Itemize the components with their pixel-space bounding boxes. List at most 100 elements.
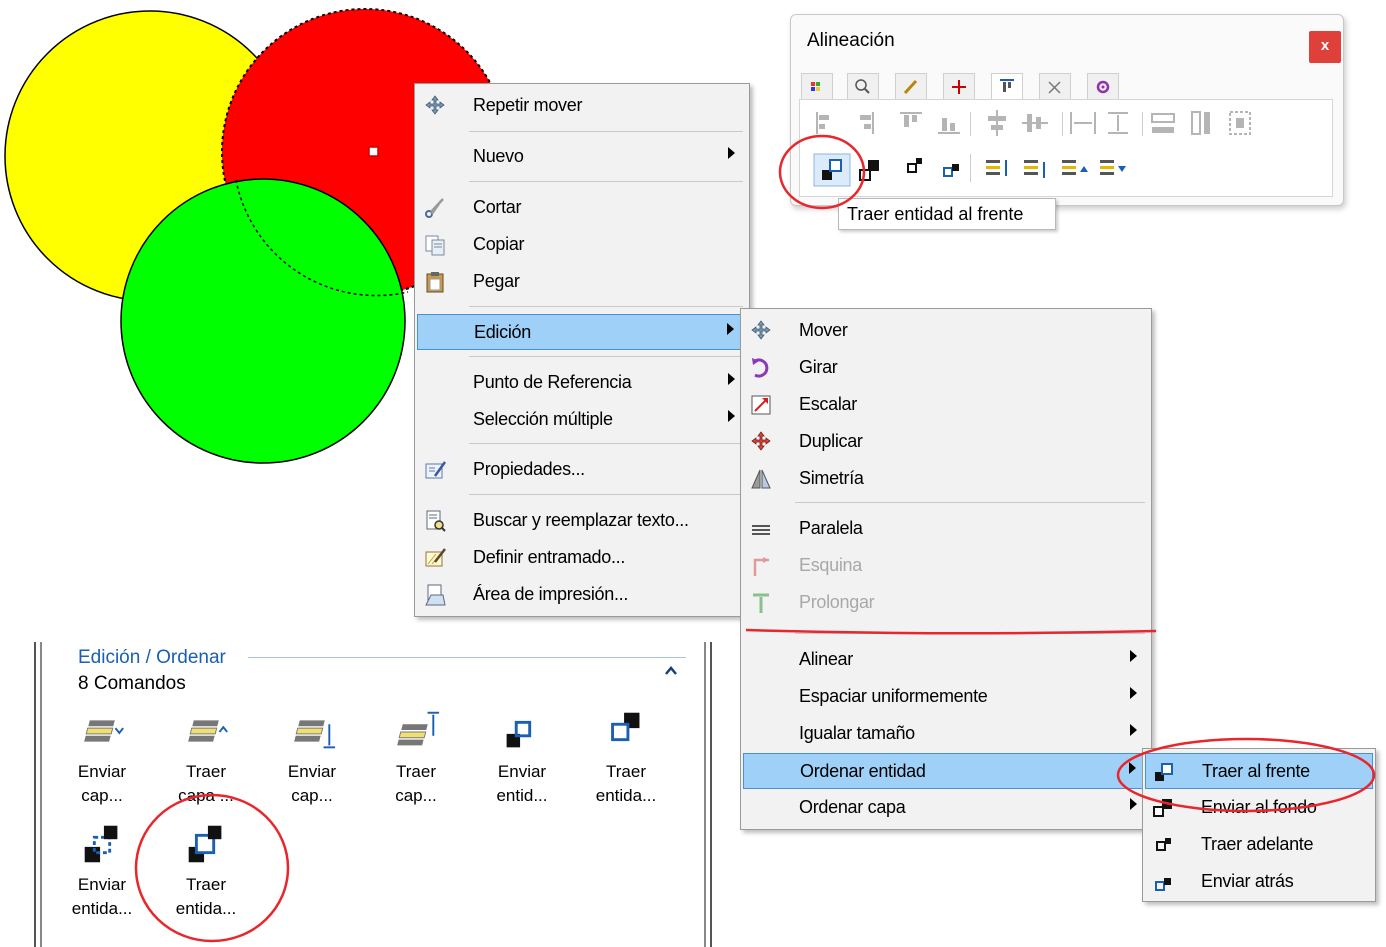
ribbon-command-label: capa ...	[178, 786, 234, 805]
ribbon-command-8[interactable]: Traer entida...	[156, 820, 256, 921]
menu-item-propiedades[interactable]: Propiedades...	[417, 452, 747, 486]
menu-item-label: Enviar al fondo	[1201, 797, 1317, 817]
menu-item-label: Selección múltiple	[473, 409, 613, 429]
ribbon-command-2[interactable]: Traer capa ...	[156, 707, 256, 808]
menu-item-definir-entramado[interactable]: Definir entramado...	[417, 540, 747, 574]
ribbon-command-5[interactable]: Enviar entid...	[472, 707, 572, 808]
submenu-arrow-icon	[728, 147, 735, 159]
menu-item-repetir-mover[interactable]: Repetir mover	[417, 88, 747, 122]
menu-item-escalar[interactable]: Escalar	[743, 387, 1149, 421]
menu-item-mover[interactable]: Mover	[743, 313, 1149, 347]
same-size-icon[interactable]	[1229, 111, 1251, 135]
ribbon-command-7[interactable]: Enviar entida...	[52, 820, 152, 921]
distribute-horizontal-icon[interactable]	[1070, 112, 1096, 134]
distribute-vertical-icon[interactable]	[1108, 112, 1128, 134]
panel-title: Alineación	[807, 30, 895, 51]
ribbon-command-label: Enviar	[77, 875, 127, 894]
ribbon-command-3[interactable]: Enviar cap...	[262, 707, 362, 808]
ribbon-command-label: entida...	[595, 786, 657, 805]
submenu-arrow-icon	[1130, 650, 1137, 662]
same-height-icon[interactable]	[1191, 111, 1210, 135]
send-entity-backward-icon	[84, 825, 118, 863]
selection-grip[interactable]	[368, 146, 379, 157]
menu-item-label: Esquina	[799, 555, 862, 575]
menu-item-esquina[interactable]: Esquina	[743, 548, 1149, 582]
menu-separator	[469, 494, 743, 495]
gear-icon	[1096, 80, 1110, 94]
menu-item-alinear[interactable]: Alinear	[743, 642, 1149, 676]
submenu-arrow-icon	[1130, 724, 1137, 736]
layer-forward-icon[interactable]	[1062, 160, 1088, 175]
ribbon-command-label: cap...	[81, 786, 123, 805]
layer-to-top-icon[interactable]	[986, 160, 1007, 176]
submenu-arrow-icon	[1129, 762, 1136, 774]
menu-separator	[469, 181, 743, 182]
align-right-icon[interactable]	[860, 112, 874, 134]
menu-item-duplicar[interactable]: Duplicar	[743, 424, 1149, 458]
tab-align[interactable]	[991, 73, 1023, 102]
menu-item-enviar-atras[interactable]: Enviar atrás	[1145, 864, 1373, 898]
menu-item-buscar-y-reemplazar-texto[interactable]: Buscar y reemplazar texto...	[417, 503, 747, 537]
menu-item-ordenar-capa[interactable]: Ordenar capa	[743, 790, 1149, 824]
menu-item-igualar-tamano[interactable]: Igualar tamaño	[743, 716, 1149, 750]
center-vertical-icon[interactable]	[1022, 114, 1048, 132]
align-bottom-icon[interactable]	[938, 118, 960, 134]
layer-backward-icon[interactable]	[1100, 160, 1126, 175]
send-to-back-icon[interactable]	[859, 160, 879, 181]
menu-item-label: Cortar	[473, 197, 522, 217]
menu-item-edicion[interactable]: Edición	[417, 314, 747, 350]
submenu-arrow-icon	[1130, 798, 1137, 810]
menu-item-label: Girar	[799, 357, 838, 377]
tab-draw[interactable]	[895, 73, 927, 100]
menu-item-area-de-impresion[interactable]: Área de impresión...	[417, 577, 747, 611]
same-width-icon[interactable]	[1151, 113, 1175, 133]
menu-item-label: Paralela	[799, 518, 863, 538]
menu-item-prolongar[interactable]: Prolongar	[743, 585, 1149, 619]
center-horizontal-icon[interactable]	[988, 110, 1006, 136]
duplicate-icon	[751, 431, 771, 451]
menu-item-label: Mover	[799, 320, 848, 340]
alignment-tools	[799, 99, 1333, 197]
context-menu: Repetir mover Nuevo Cortar Copiar Pegar Edici…	[414, 83, 750, 617]
ribbon-command-label: Enviar	[77, 762, 127, 781]
menu-item-label: Alinear	[799, 649, 853, 669]
layer-to-bottom-icon[interactable]	[1024, 160, 1045, 178]
menu-item-simetria[interactable]: Simetría	[743, 461, 1149, 495]
tab-zoom[interactable]	[847, 73, 879, 100]
menu-item-cortar[interactable]: Cortar	[417, 190, 747, 224]
bring-forward-icon[interactable]	[907, 158, 922, 173]
menu-item-paralela[interactable]: Paralela	[743, 511, 1149, 545]
menu-item-traer-adelante[interactable]: Traer adelante	[1145, 827, 1373, 861]
menu-item-label: Ordenar capa	[799, 797, 906, 817]
menu-item-ordenar-entidad[interactable]: Ordenar entidad	[743, 753, 1149, 789]
scale-icon	[751, 395, 771, 415]
menu-item-girar[interactable]: Girar	[743, 350, 1149, 384]
tab-settings[interactable]	[1087, 73, 1119, 100]
ribbon-command-label: Enviar	[287, 762, 337, 781]
menu-item-nuevo[interactable]: Nuevo	[417, 139, 747, 173]
close-button[interactable]: x	[1309, 31, 1341, 63]
green-circle[interactable]	[120, 178, 406, 464]
ribbon-command-6[interactable]: Traer entida...	[576, 707, 676, 808]
tab-colors[interactable]	[801, 73, 833, 100]
send-backward-icon[interactable]	[943, 164, 959, 177]
menu-item-traer-al-frente[interactable]: Traer al frente	[1145, 753, 1373, 789]
menu-item-espaciar-uniformemente[interactable]: Espaciar uniformemente	[743, 679, 1149, 713]
ribbon-command-label: cap...	[395, 786, 437, 805]
ribbon-command-4[interactable]: Traer cap...	[366, 707, 466, 808]
ribbon-command-1[interactable]: Enviar cap...	[52, 707, 152, 808]
menu-item-enviar-al-fondo[interactable]: Enviar al fondo	[1145, 790, 1373, 824]
ribbon-command-label: Traer	[186, 762, 226, 781]
align-top-icon[interactable]	[900, 112, 922, 127]
tab-move[interactable]	[943, 73, 975, 100]
chevron-up-icon[interactable]	[664, 664, 678, 678]
tab-snap[interactable]	[1039, 73, 1071, 100]
menu-item-seleccion-multiple[interactable]: Selección múltiple	[417, 402, 747, 436]
ribbon-command-label: Traer	[396, 762, 436, 781]
align-left-icon[interactable]	[816, 112, 829, 134]
menu-item-label: Enviar atrás	[1201, 871, 1294, 891]
menu-item-label: Área de impresión...	[473, 584, 629, 604]
menu-item-pegar[interactable]: Pegar	[417, 264, 747, 298]
menu-item-copiar[interactable]: Copiar	[417, 227, 747, 261]
menu-item-punto-de-referencia[interactable]: Punto de Referencia	[417, 365, 747, 399]
